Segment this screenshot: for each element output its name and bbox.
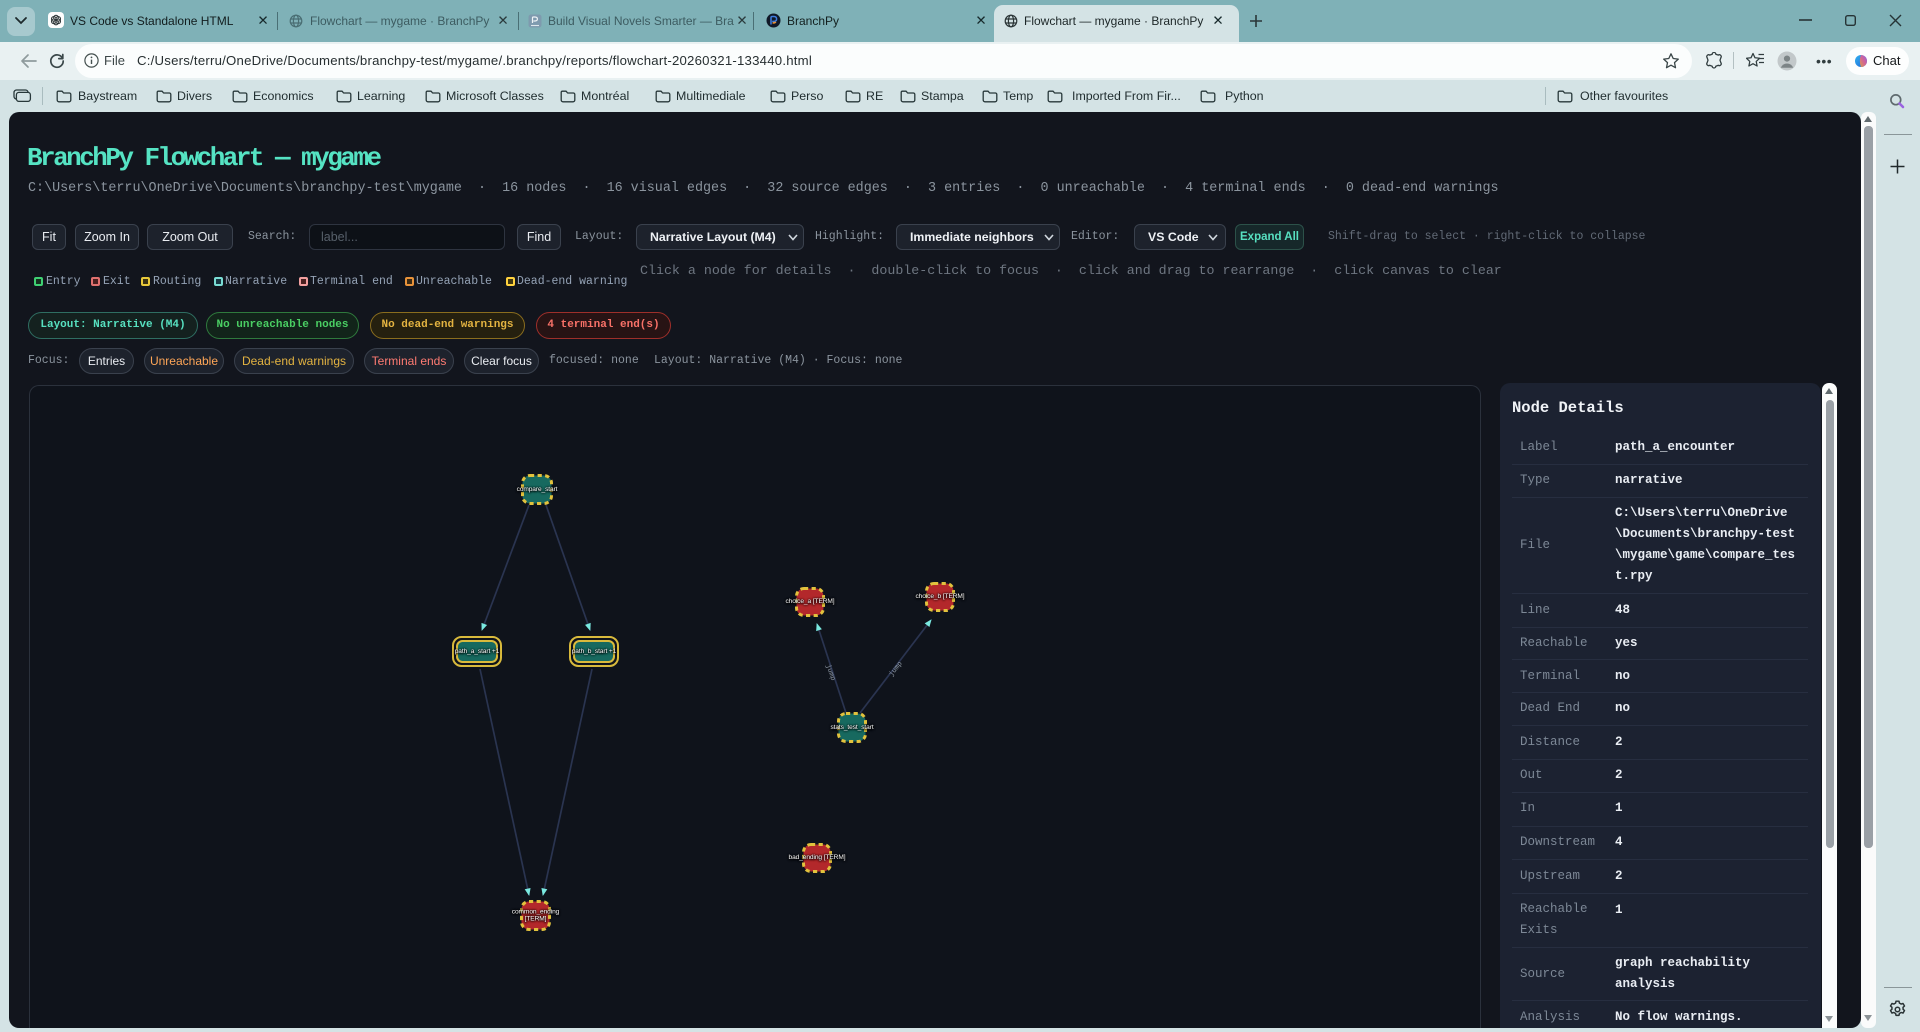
svg-text:jump: jump: [888, 660, 905, 678]
svg-text:jump: jump: [823, 663, 836, 682]
